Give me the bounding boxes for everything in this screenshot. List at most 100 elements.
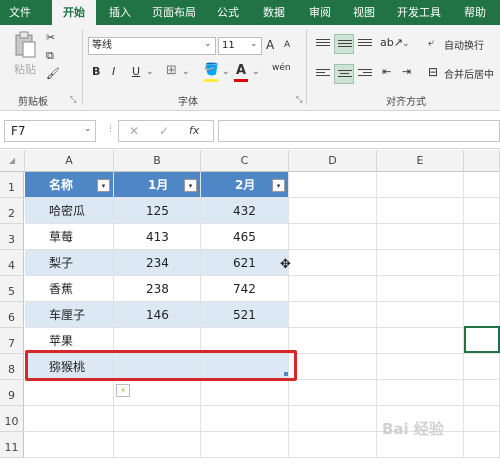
cell[interactable] — [289, 302, 377, 328]
cell[interactable] — [201, 406, 289, 432]
cell[interactable] — [114, 432, 201, 458]
cell[interactable] — [377, 198, 464, 224]
format-painter-icon[interactable]: 🖌 — [46, 67, 60, 80]
cell[interactable] — [377, 380, 464, 406]
cell[interactable] — [289, 198, 377, 224]
merge-center-icon[interactable]: ⊟ — [428, 65, 438, 79]
column-header-d[interactable]: D — [289, 150, 377, 172]
italic-button[interactable]: I — [112, 65, 115, 78]
font-launcher-icon[interactable]: ⤡ — [296, 95, 302, 105]
cell[interactable] — [25, 432, 114, 458]
filter-dropdown-icon[interactable]: ▾ — [272, 179, 285, 192]
cell[interactable] — [289, 250, 377, 276]
wrap-text-icon[interactable]: ⤶ — [428, 36, 434, 50]
borders-icon[interactable]: ⊞ — [166, 63, 177, 78]
align-left-icon[interactable] — [316, 69, 330, 81]
cell[interactable] — [289, 172, 377, 198]
paste-button[interactable] — [12, 31, 38, 61]
table-cell[interactable]: 432 — [201, 198, 289, 224]
cell[interactable] — [25, 406, 114, 432]
cell[interactable] — [464, 198, 500, 224]
cell[interactable] — [289, 276, 377, 302]
enter-icon[interactable]: ✓ — [159, 124, 169, 138]
cell[interactable] — [464, 172, 500, 198]
row-header[interactable]: 7 — [0, 328, 24, 354]
shrink-font-button[interactable]: A — [284, 40, 290, 50]
increase-indent-icon[interactable]: ⇥ — [402, 65, 411, 78]
tab-page-layout[interactable]: 页面布局 — [144, 0, 204, 25]
cell[interactable] — [289, 224, 377, 250]
filter-dropdown-icon[interactable]: ▾ — [184, 179, 197, 192]
column-header-c[interactable]: C — [201, 150, 289, 172]
cell[interactable] — [201, 432, 289, 458]
underline-dropdown-icon[interactable]: ⌄ — [146, 67, 154, 77]
orientation-dropdown-icon[interactable]: ⌄ — [402, 39, 410, 49]
row-header[interactable]: 4 — [0, 250, 24, 276]
font-size-dropdown-icon[interactable]: ⌄ — [250, 39, 258, 49]
table-cell[interactable]: 234 — [114, 250, 201, 276]
table-cell[interactable]: 465 — [201, 224, 289, 250]
table-cell[interactable]: 车厘子 — [25, 302, 114, 328]
tab-help[interactable]: 帮助 — [452, 0, 498, 25]
cell[interactable] — [289, 354, 377, 380]
tab-home[interactable]: 开始 — [52, 0, 96, 25]
table-cell[interactable]: 香蕉 — [25, 276, 114, 302]
align-right-icon[interactable] — [358, 69, 372, 81]
tab-developer[interactable]: 开发工具 — [390, 0, 448, 25]
row-header[interactable]: 6 — [0, 302, 24, 328]
phonetic-button[interactable]: wén — [272, 63, 291, 73]
cell[interactable] — [377, 302, 464, 328]
table-cell[interactable]: 146 — [114, 302, 201, 328]
cell[interactable] — [464, 406, 500, 432]
formula-input[interactable] — [218, 120, 500, 142]
tab-review[interactable]: 审阅 — [300, 0, 340, 25]
copy-icon[interactable]: ⧉ — [46, 49, 54, 63]
cell[interactable] — [377, 276, 464, 302]
tab-view[interactable]: 视图 — [344, 0, 384, 25]
orientation-icon[interactable]: ab↗ — [380, 36, 403, 49]
cell[interactable] — [289, 406, 377, 432]
table-cell[interactable]: 413 — [114, 224, 201, 250]
cell[interactable] — [377, 172, 464, 198]
column-header-f[interactable] — [464, 150, 500, 172]
cell[interactable] — [377, 328, 464, 354]
tab-insert[interactable]: 插入 — [100, 0, 140, 25]
cut-icon[interactable]: ✂ — [46, 31, 55, 44]
autocorrect-options-icon[interactable]: ⚡ — [116, 384, 130, 397]
row-header[interactable]: 5 — [0, 276, 24, 302]
cell[interactable] — [289, 380, 377, 406]
table-cell[interactable]: 521 — [201, 302, 289, 328]
fill-color-icon[interactable]: 🪣 — [204, 62, 219, 76]
tab-file[interactable]: 文件 — [0, 0, 40, 25]
table-cell[interactable]: 梨子 — [25, 250, 114, 276]
fill-color-dropdown-icon[interactable]: ⌄ — [222, 67, 230, 77]
select-all-corner[interactable]: ◢ — [0, 150, 25, 172]
tab-formulas[interactable]: 公式 — [208, 0, 248, 25]
cell[interactable] — [289, 328, 377, 354]
font-name-select[interactable]: 等线 — [88, 37, 216, 55]
row-header[interactable]: 3 — [0, 224, 24, 250]
column-header-a[interactable]: A — [25, 150, 114, 172]
cell[interactable] — [377, 224, 464, 250]
row-header[interactable]: 8 — [0, 354, 24, 380]
underline-button[interactable]: U — [132, 65, 140, 78]
row-header[interactable]: 11 — [0, 432, 24, 458]
merge-center-button[interactable]: 合并后居中 — [444, 66, 494, 81]
cell[interactable] — [464, 432, 500, 458]
table-cell[interactable]: 草莓 — [25, 224, 114, 250]
align-top-icon[interactable] — [316, 39, 330, 51]
filter-dropdown-icon[interactable]: ▾ — [97, 179, 110, 192]
table-resize-handle[interactable] — [284, 372, 288, 376]
cell[interactable] — [464, 276, 500, 302]
selected-cell-f7[interactable] — [464, 326, 500, 353]
cell[interactable] — [464, 354, 500, 380]
row-header[interactable]: 10 — [0, 406, 24, 432]
table-cell[interactable]: 621 — [201, 250, 289, 276]
table-header-cell[interactable]: 1月 ▾ — [114, 172, 201, 198]
cell[interactable] — [377, 250, 464, 276]
decrease-indent-icon[interactable]: ⇤ — [382, 65, 391, 78]
table-cell[interactable]: 238 — [114, 276, 201, 302]
align-center-button[interactable] — [334, 64, 354, 84]
cell[interactable] — [289, 432, 377, 458]
align-middle-button[interactable] — [334, 34, 354, 54]
